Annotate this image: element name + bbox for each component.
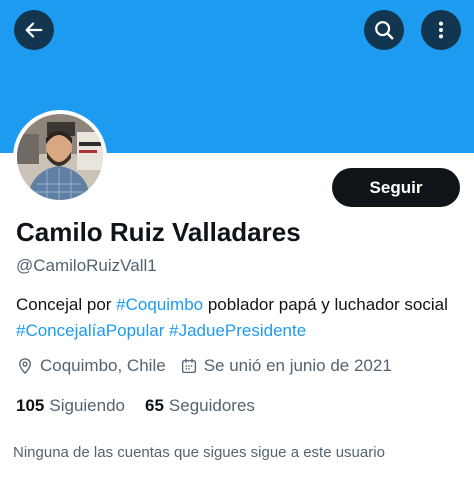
avatar-photo: [17, 114, 103, 200]
search-icon: [375, 21, 394, 40]
back-button[interactable]: [14, 10, 54, 50]
following-label: Siguiendo: [49, 396, 125, 415]
avatar[interactable]: [13, 110, 107, 204]
followers-link[interactable]: 65 Seguidores: [145, 396, 255, 416]
calendar-icon: [181, 358, 196, 374]
arrow-left-icon: [25, 22, 43, 38]
bio-text: poblador papá y luchador social: [203, 295, 448, 314]
location-text: Coquimbo, Chile: [40, 356, 166, 375]
follow-button[interactable]: Seguir: [332, 168, 460, 207]
hashtag-link[interactable]: #ConcejalíaPopular: [16, 321, 164, 340]
join-date-text: Se unió en junio de 2021: [203, 356, 392, 375]
hashtag-link[interactable]: #JaduePresidente: [169, 321, 306, 340]
following-count: 105: [16, 396, 45, 415]
more-vertical-icon: [438, 21, 444, 39]
hashtag-link[interactable]: #Coquimbo: [116, 295, 203, 314]
user-handle: @CamiloRuizVall1: [16, 256, 157, 275]
followers-count: 65: [145, 396, 164, 415]
followers-label: Seguidores: [168, 396, 255, 415]
join-date: Se unió en junio de 2021: [180, 356, 392, 376]
profile-meta: Coquimbo, Chile Se unió en junio de 2021: [16, 356, 392, 376]
follow-stats: 105 Siguiendo 65 Seguidores: [16, 396, 255, 416]
location: Coquimbo, Chile: [16, 356, 166, 376]
location-pin-icon: [19, 358, 31, 375]
display-name: Camilo Ruiz Valladares: [16, 217, 301, 247]
following-link[interactable]: 105 Siguiendo: [16, 396, 125, 416]
search-button[interactable]: [364, 10, 404, 50]
mutual-followers-note: Ninguna de las cuentas que sigues sigue …: [13, 444, 385, 461]
profile-bio: Concejal por #Coquimbo poblador papá y l…: [16, 292, 466, 344]
more-options-button[interactable]: [421, 10, 461, 50]
bio-text: Concejal por: [16, 295, 117, 314]
